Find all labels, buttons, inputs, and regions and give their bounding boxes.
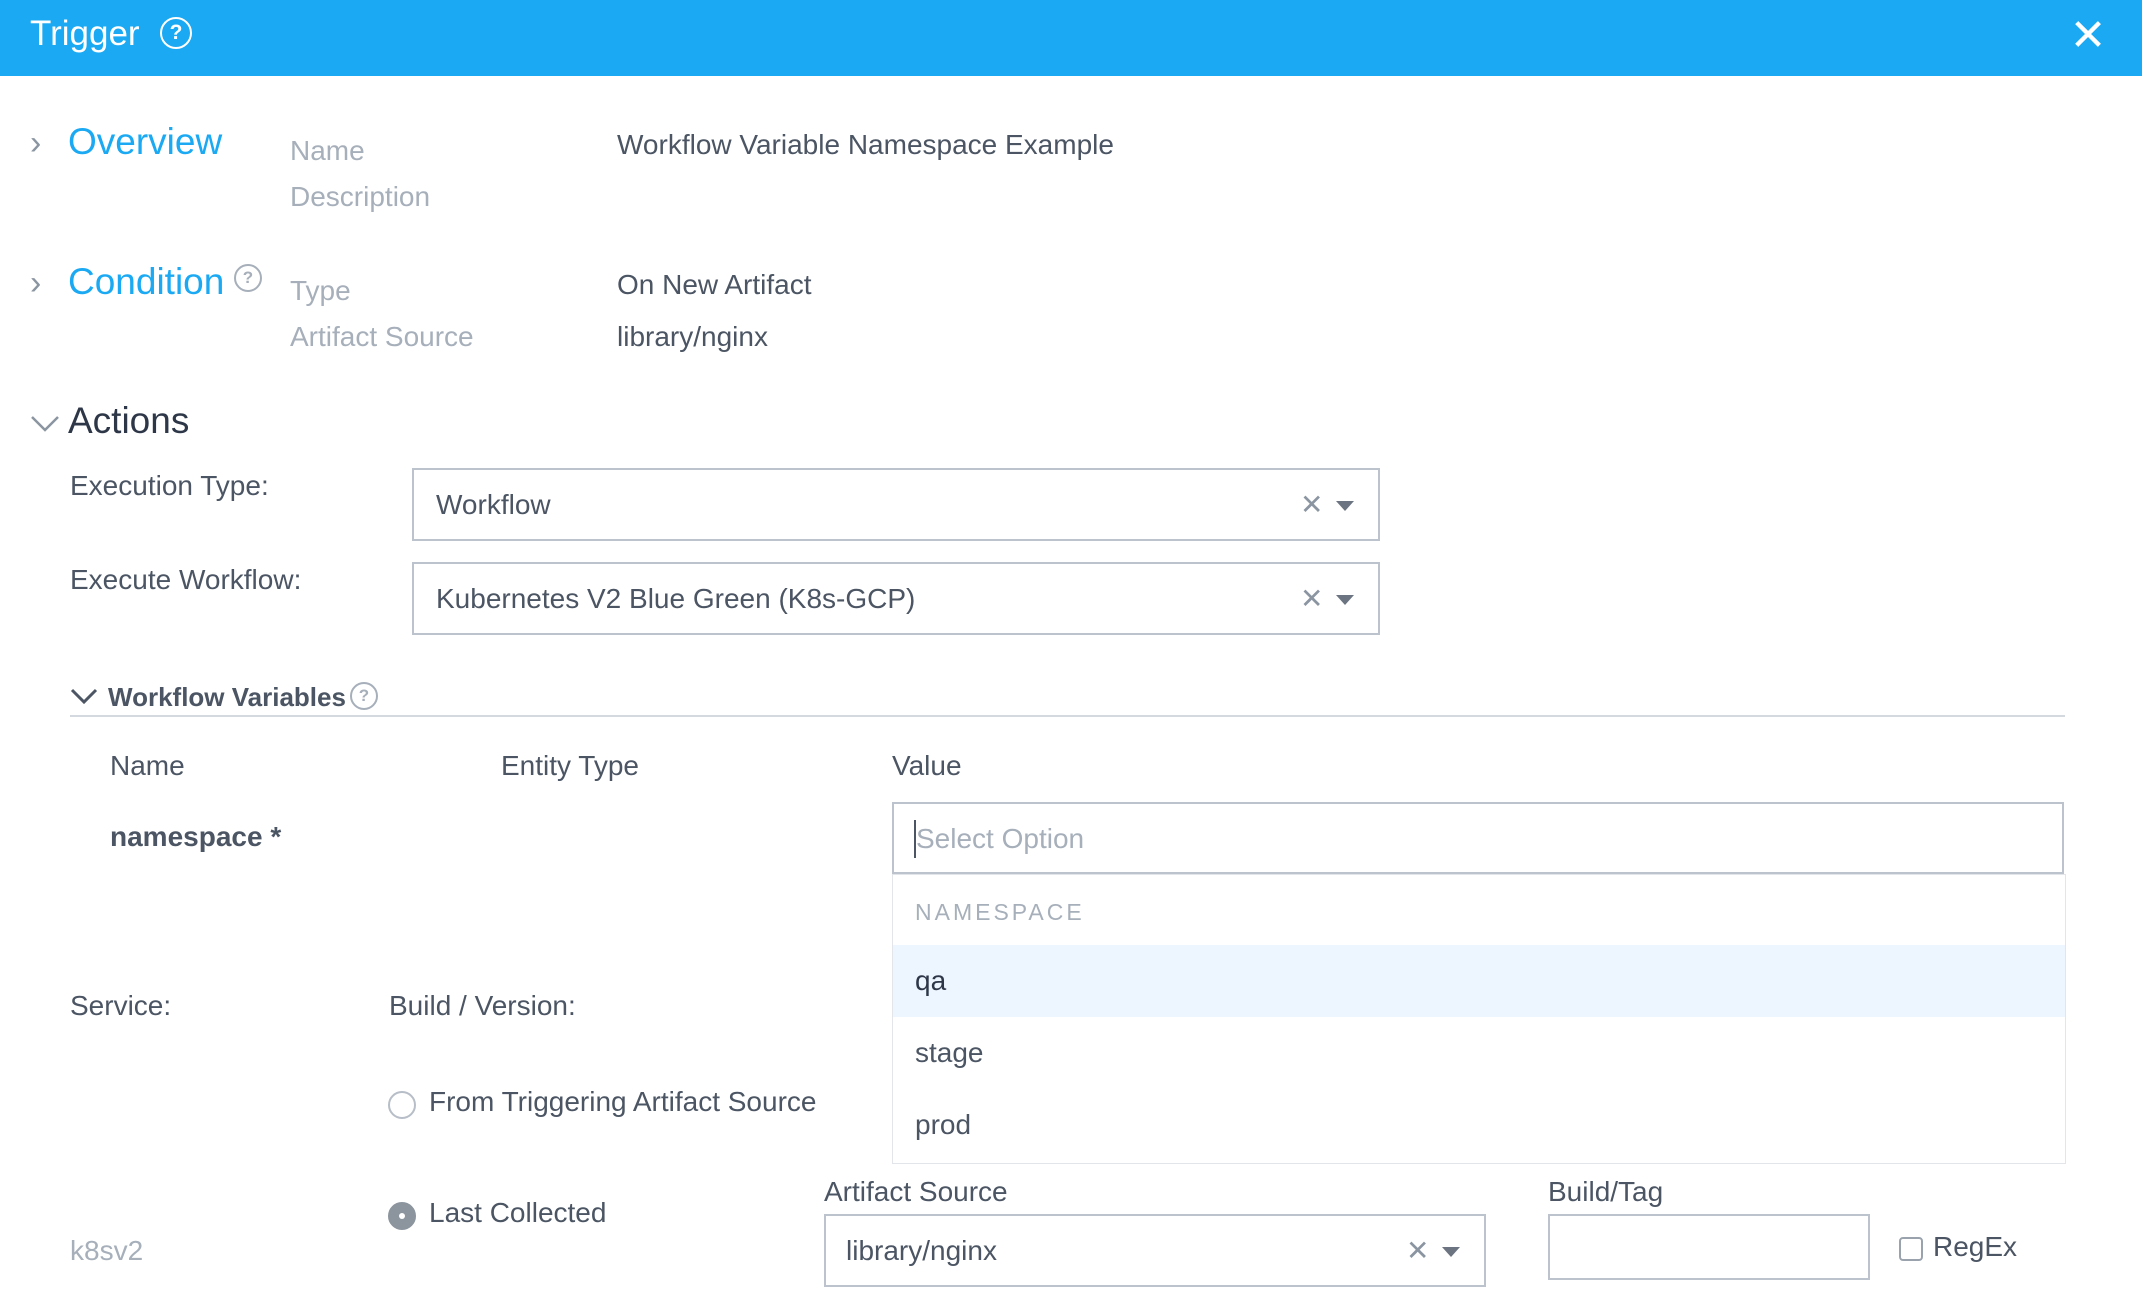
radio-from-triggering[interactable] — [388, 1091, 416, 1119]
description-label: Description — [290, 181, 431, 212]
namespace-value-input[interactable]: Select Option — [892, 802, 2064, 874]
help-circle-icon[interactable]: ? — [234, 264, 262, 292]
artifact-source-select-value: library/nginx — [846, 1235, 997, 1266]
chevron-down-icon[interactable] — [30, 414, 60, 434]
workflow-variables-title[interactable]: Workflow Variables — [108, 679, 346, 715]
value-placeholder: Select Option — [916, 823, 1085, 854]
caret-down-icon[interactable] — [1442, 1247, 1460, 1257]
divider — [70, 715, 2065, 717]
build-tag-input[interactable] — [1548, 1214, 1870, 1280]
service-label: Service: — [70, 990, 172, 1021]
dropdown-group-label: NAMESPACE — [915, 899, 1085, 925]
caret-down-icon[interactable] — [1336, 595, 1354, 605]
clear-icon[interactable]: ✕ — [1300, 487, 1323, 523]
help-circle-icon[interactable]: ? — [160, 17, 192, 49]
execution-type-value: Workflow — [436, 489, 551, 520]
option-last-collected-label[interactable]: Last Collected — [429, 1195, 606, 1231]
execute-workflow-select[interactable]: Kubernetes V2 Blue Green (K8s-GCP) ✕ — [412, 562, 1380, 635]
service-name: k8sv2 — [70, 1235, 144, 1266]
clear-icon[interactable]: ✕ — [1406, 1233, 1429, 1269]
close-icon[interactable]: ✕ — [2068, 14, 2108, 58]
dialog-title: Trigger — [30, 14, 140, 53]
artifact-source-select[interactable]: library/nginx ✕ — [824, 1214, 1486, 1287]
name-label: Name — [290, 135, 365, 166]
dialog-header — [0, 0, 2142, 76]
variable-name: namespace * — [110, 821, 282, 852]
section-title-actions: Actions — [68, 400, 190, 441]
namespace-dropdown: NAMESPACE qa stage prod — [892, 874, 2066, 1164]
artifact-source-value: library/nginx — [617, 321, 768, 352]
caret-down-icon[interactable] — [1336, 501, 1354, 511]
section-title-overview[interactable]: Overview — [68, 119, 222, 165]
execution-type-select[interactable]: Workflow ✕ — [412, 468, 1380, 541]
clear-icon[interactable]: ✕ — [1300, 581, 1323, 617]
dropdown-option-prod[interactable]: prod — [893, 1089, 2065, 1161]
chevron-right-icon[interactable]: › — [30, 263, 41, 303]
help-circle-icon[interactable]: ? — [350, 682, 378, 710]
build-tag-label: Build/Tag — [1548, 1176, 1664, 1207]
artifact-source-field-label: Artifact Source — [824, 1176, 1008, 1207]
type-label: Type — [290, 275, 351, 306]
option-from-triggering-label[interactable]: From Triggering Artifact Source — [429, 1084, 816, 1120]
artifact-source-label: Artifact Source — [290, 321, 474, 352]
regex-label[interactable]: RegEx — [1933, 1229, 2017, 1265]
execution-type-label: Execution Type: — [70, 470, 269, 501]
execute-workflow-value: Kubernetes V2 Blue Green (K8s-GCP) — [436, 583, 916, 614]
build-version-label: Build / Version: — [389, 990, 576, 1021]
dropdown-option-stage[interactable]: stage — [893, 1017, 2065, 1089]
column-header-name: Name — [110, 750, 185, 781]
type-value: On New Artifact — [617, 269, 812, 300]
chevron-right-icon[interactable]: › — [30, 123, 41, 163]
chevron-down-icon[interactable] — [70, 687, 98, 707]
regex-checkbox[interactable] — [1899, 1237, 1923, 1261]
name-value: Workflow Variable Namespace Example — [617, 129, 1114, 160]
radio-last-collected[interactable] — [388, 1202, 416, 1230]
dropdown-option-qa[interactable]: qa — [893, 945, 2065, 1017]
column-header-entity-type: Entity Type — [501, 750, 640, 781]
section-title-condition[interactable]: Condition — [68, 259, 224, 305]
column-header-value: Value — [892, 750, 962, 781]
execute-workflow-label: Execute Workflow: — [70, 564, 302, 595]
